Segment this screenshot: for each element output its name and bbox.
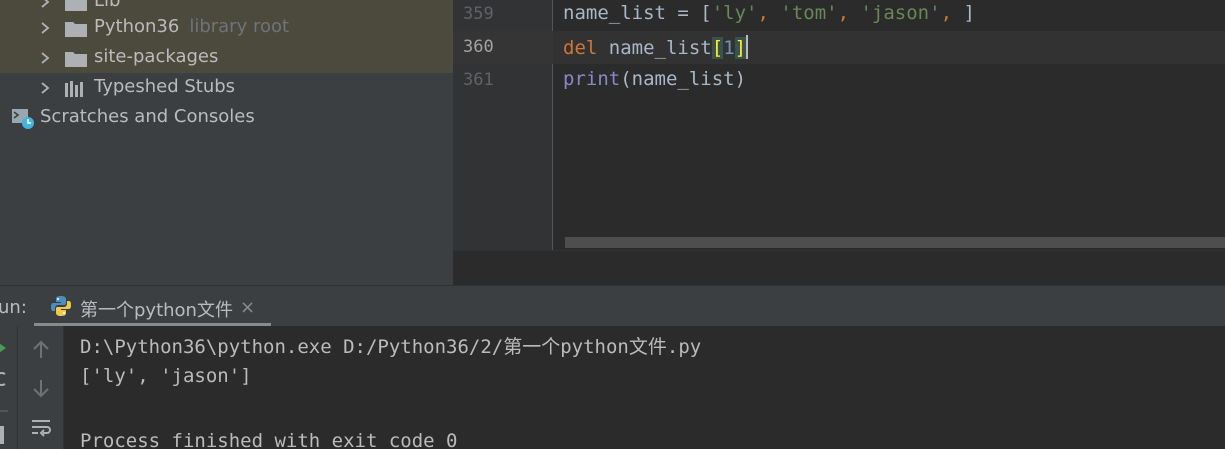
tree-item-site-packages[interactable]: site-packages <box>0 43 453 73</box>
matched-bracket: ] <box>734 37 747 59</box>
run-actions-strip <box>0 326 18 449</box>
toolbar-separator <box>0 410 8 412</box>
run-tab[interactable]: 第一个python文件 × <box>34 286 271 327</box>
code-token: , <box>757 2 781 24</box>
line-number: 359 <box>463 4 494 24</box>
code-string: 'tom' <box>780 2 838 24</box>
library-bars-icon <box>65 81 83 97</box>
code-number: 1 <box>723 37 735 59</box>
run-console[interactable]: D:\Python36\python.exe D:/Python36/2/第一个… <box>64 326 1225 449</box>
code-token: [ <box>700 2 712 24</box>
project-tree: Lib Python36 library root site-packages T… <box>0 0 453 285</box>
code-line[interactable]: del name_list[1] <box>563 35 749 59</box>
library-root-hint: library root <box>189 16 290 37</box>
soft-wrap-icon[interactable] <box>30 417 52 439</box>
tree-item-label: Lib <box>94 0 121 11</box>
line-number: 360 <box>463 37 494 57</box>
tree-item-label: Typeshed Stubs <box>94 76 236 97</box>
console-line: D:\Python36\python.exe D:/Python36/2/第一个… <box>80 336 702 358</box>
text-caret <box>746 35 749 59</box>
folder-icon <box>65 52 87 67</box>
code-line[interactable]: print(name_list) <box>563 68 746 90</box>
matched-bracket: [ <box>711 37 724 59</box>
chevron-right-icon[interactable] <box>38 0 52 9</box>
python-icon <box>51 296 71 316</box>
tree-item-label: Scratches and Consoles <box>40 106 255 127</box>
code-token: name_list <box>563 2 666 24</box>
arrow-up-icon[interactable] <box>30 339 52 361</box>
code-token: , <box>940 2 964 24</box>
horizontal-scrollbar[interactable] <box>565 237 1225 248</box>
console-line: Process finished with exit code 0 <box>80 430 458 449</box>
folder-icon <box>65 0 87 11</box>
tree-item-python36[interactable]: Python36 library root <box>0 13 453 43</box>
code-token: name_list <box>608 37 712 59</box>
stop-icon[interactable] <box>0 426 4 444</box>
tree-item-scratches[interactable]: Scratches and Consoles <box>0 103 453 133</box>
run-window-title: un: <box>0 297 27 318</box>
line-number: 361 <box>463 70 494 90</box>
refresh-icon[interactable] <box>0 370 8 388</box>
code-string: 'jason' <box>860 2 941 24</box>
chevron-right-icon[interactable] <box>38 81 52 95</box>
close-icon[interactable]: × <box>240 297 255 318</box>
code-token: ] <box>963 2 975 24</box>
editor-bottom-area <box>453 250 1225 285</box>
chevron-right-icon[interactable] <box>38 51 52 65</box>
code-string: 'ly' <box>711 2 758 24</box>
code-editor[interactable]: 359 360 361 name_list = ['ly', 'tom', 'j… <box>453 0 1225 250</box>
arrow-down-icon[interactable] <box>30 377 52 399</box>
code-keyword: del <box>563 37 598 59</box>
run-tab-label: 第一个python文件 <box>80 300 233 321</box>
tree-item-typeshed-stubs[interactable]: Typeshed Stubs <box>0 73 453 103</box>
code-line[interactable]: name_list = ['ly', 'tom', 'jason', ] <box>563 2 975 24</box>
tree-item-label: Python36 <box>94 16 180 37</box>
tree-item-label: site-packages <box>94 46 219 67</box>
console-line: ['ly', 'jason'] <box>80 365 252 387</box>
scratches-icon <box>12 109 34 129</box>
console-toolbar <box>18 326 64 449</box>
rerun-icon[interactable] <box>0 341 8 355</box>
code-builtin: print <box>563 68 621 90</box>
code-token: , <box>837 2 861 24</box>
code-token: (name_list) <box>620 68 747 90</box>
code-token: = <box>665 2 701 24</box>
chevron-right-icon[interactable] <box>38 21 52 35</box>
run-tool-window-header: un: 第一个python文件 × <box>0 285 1225 327</box>
folder-icon <box>65 22 87 37</box>
